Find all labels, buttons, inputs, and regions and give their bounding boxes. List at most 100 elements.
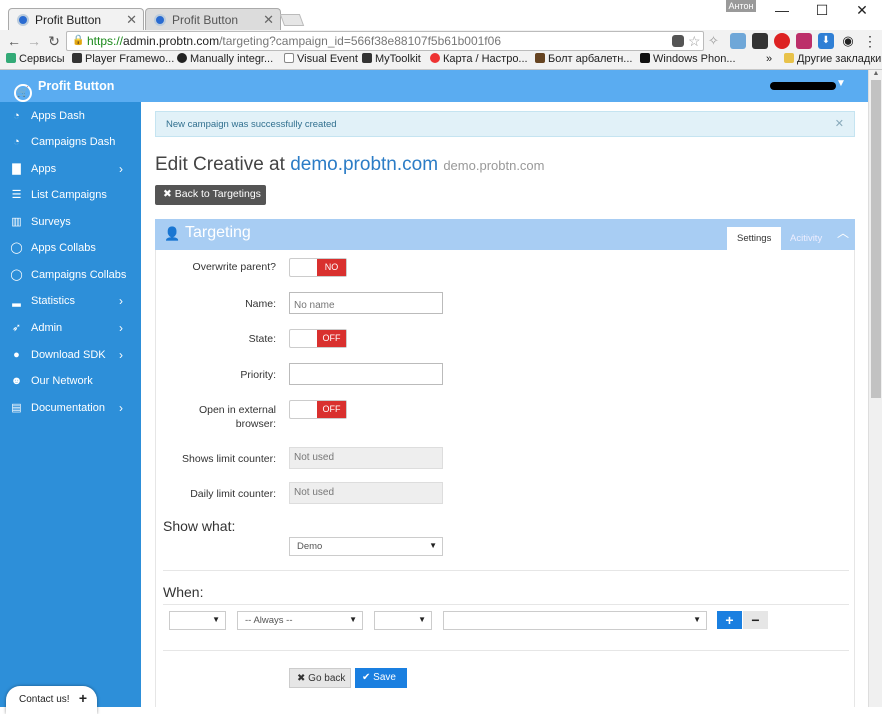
sidebar-item-campaigns-dash[interactable]: ◔ Campaigns Dash bbox=[0, 129, 141, 155]
camera-icon[interactable] bbox=[730, 33, 746, 49]
remove-condition-button[interactable]: − bbox=[743, 611, 768, 629]
sidebar-item-campaigns-collabs[interactable]: ◯ Campaigns Collabs bbox=[0, 262, 141, 288]
chevron-up-icon[interactable]: ︿ bbox=[837, 224, 849, 241]
reload-icon[interactable]: ↻ bbox=[46, 32, 62, 50]
translate-icon[interactable] bbox=[672, 35, 684, 47]
bookmarks-more-icon[interactable]: » bbox=[766, 53, 772, 65]
sidebar-item-download-sdk[interactable]: ● Download SDK › bbox=[0, 342, 141, 368]
bookmark-item[interactable]: Windows Phon... bbox=[640, 53, 736, 65]
shows-limit-input: Not used bbox=[289, 447, 443, 469]
lock-icon: 🔒 bbox=[72, 35, 85, 46]
back-arrow-icon[interactable]: ← bbox=[6, 32, 22, 50]
go-back-label: Go back bbox=[308, 673, 346, 684]
overwrite-parent-label: Overwrite parent? bbox=[192, 261, 276, 273]
bookmark-item[interactable]: MyToolkit bbox=[362, 53, 421, 65]
browser-tab-active[interactable]: Profit Button ✕ bbox=[8, 8, 144, 30]
bookmarks-bar: Сервисы Player Framewo... Manually integ… bbox=[0, 52, 882, 70]
download-icon[interactable]: ⬇ bbox=[818, 33, 834, 49]
state-toggle[interactable]: OFF bbox=[289, 329, 347, 348]
bookmark-item[interactable]: Карта / Настро... bbox=[430, 53, 528, 65]
alert-text: New campaign was successfully created bbox=[166, 119, 337, 130]
sidebar-item-admin[interactable]: ➶ Admin › bbox=[0, 315, 141, 341]
bookmark-favicon-icon bbox=[535, 53, 545, 63]
bookmark-item[interactable]: Visual Event bbox=[284, 53, 358, 65]
tab-activity[interactable]: Acitivity bbox=[780, 227, 832, 250]
when-select-2[interactable]: -- Always -- ▼ bbox=[237, 611, 363, 630]
show-what-select[interactable]: Demo ▼ bbox=[289, 537, 443, 556]
chat-icon: ◯ bbox=[10, 269, 23, 281]
add-condition-button[interactable]: + bbox=[717, 611, 742, 629]
bookmark-label: MyToolkit bbox=[375, 53, 421, 65]
sidebar-item-apps-dash[interactable]: ◔ Apps Dash bbox=[0, 103, 141, 129]
opera-icon[interactable] bbox=[774, 33, 790, 49]
url-host: admin.probtn.com bbox=[123, 34, 220, 48]
targeting-panel-header: 👤 Targeting Settings Acitivity ︿ bbox=[155, 219, 855, 250]
contact-us-button[interactable]: Contact us! + bbox=[6, 686, 97, 714]
sidebar-item-label: Download SDK bbox=[31, 349, 106, 361]
bookmark-label: Сервисы bbox=[19, 53, 65, 65]
when-select-1[interactable]: ▼ bbox=[169, 611, 226, 630]
chevron-right-icon: › bbox=[119, 321, 123, 335]
sidebar-item-statistics[interactable]: ▂ Statistics › bbox=[0, 288, 141, 314]
close-tab-icon[interactable]: ✕ bbox=[263, 12, 274, 28]
puzzle-icon[interactable]: ✧ bbox=[708, 33, 724, 49]
brand-logo[interactable]: 🛒 Profit Button bbox=[14, 76, 114, 102]
close-tab-icon[interactable]: ✕ bbox=[126, 12, 137, 28]
minimize-icon[interactable]: — bbox=[768, 2, 796, 18]
sidebar-item-apps-collabs[interactable]: ◯ Apps Collabs bbox=[0, 235, 141, 261]
pocket-icon[interactable] bbox=[796, 33, 812, 49]
page-scrollbar[interactable]: ▲ bbox=[868, 70, 882, 707]
mask-icon[interactable] bbox=[752, 33, 768, 49]
scroll-up-icon[interactable]: ▲ bbox=[869, 70, 882, 80]
sidebar-item-documentation[interactable]: ▤ Documentation › bbox=[0, 395, 141, 421]
redacted-username[interactable] bbox=[770, 82, 836, 90]
sidebar-item-apps[interactable]: ▇ Apps › bbox=[0, 156, 141, 182]
apps-grid-icon bbox=[6, 53, 16, 63]
back-to-targetings-button[interactable]: ✖ Back to Targetings bbox=[155, 185, 266, 205]
bookmark-item[interactable]: Болт арбалетн... bbox=[535, 53, 632, 65]
when-select-3[interactable]: ▼ bbox=[374, 611, 432, 630]
address-bar[interactable]: 🔒 https://admin.probtn.com/targeting?cam… bbox=[66, 31, 704, 51]
favicon-icon bbox=[154, 14, 166, 26]
close-window-icon[interactable]: ✕ bbox=[848, 2, 876, 18]
priority-input[interactable] bbox=[289, 363, 443, 385]
window-user-badge[interactable]: Антон bbox=[726, 0, 756, 12]
sidebar-item-surveys[interactable]: ▥ Surveys bbox=[0, 209, 141, 235]
daily-limit-label: Daily limit counter: bbox=[190, 488, 276, 500]
maximize-icon[interactable]: ☐ bbox=[808, 2, 836, 18]
scrollbar-thumb[interactable] bbox=[871, 80, 881, 398]
toggle-state: OFF bbox=[317, 401, 346, 418]
sidebar-item-label: Statistics bbox=[31, 295, 76, 307]
title-subdomain: demo.probtn.com bbox=[443, 158, 545, 173]
sidebar-item-label: Documentation bbox=[31, 402, 105, 414]
sidebar-item-our-network[interactable]: ☻ Our Network bbox=[0, 368, 141, 394]
forward-arrow-icon[interactable]: → bbox=[26, 32, 42, 50]
eye-icon[interactable]: ◉ bbox=[840, 33, 856, 49]
bookmark-item[interactable]: Сервисы bbox=[6, 53, 65, 65]
caret-down-icon[interactable]: ▼ bbox=[836, 78, 846, 89]
caret-down-icon: ▼ bbox=[429, 541, 437, 550]
close-icon[interactable]: ✕ bbox=[835, 117, 844, 130]
tab-settings[interactable]: Settings bbox=[727, 227, 782, 250]
bookmark-item[interactable]: Manually integr... bbox=[177, 53, 273, 65]
when-heading: When: bbox=[163, 584, 204, 600]
chevron-right-icon: › bbox=[119, 162, 123, 176]
star-icon[interactable]: ☆ bbox=[688, 33, 704, 49]
go-back-button[interactable]: ✖ Go back bbox=[289, 668, 351, 688]
other-bookmarks[interactable]: Другие закладки bbox=[784, 53, 881, 65]
name-input[interactable] bbox=[289, 292, 443, 314]
external-browser-label: Open in external browser: bbox=[156, 403, 276, 431]
save-button[interactable]: ✔ Save bbox=[355, 668, 407, 688]
priority-label: Priority: bbox=[240, 369, 276, 381]
external-browser-toggle[interactable]: OFF bbox=[289, 400, 347, 419]
title-domain-link[interactable]: demo.probtn.com bbox=[290, 154, 438, 175]
bookmark-item[interactable]: Player Framewo... bbox=[72, 53, 174, 65]
overwrite-parent-toggle[interactable]: NO bbox=[289, 258, 347, 277]
browser-tab-inactive[interactable]: Profit Button ✕ bbox=[145, 8, 281, 30]
new-tab-button[interactable] bbox=[279, 14, 305, 26]
briefcase-icon: ▇ bbox=[12, 163, 21, 175]
chevron-right-icon: › bbox=[119, 294, 123, 308]
menu-icon[interactable]: ⋮ bbox=[862, 33, 878, 49]
when-select-4[interactable]: ▼ bbox=[443, 611, 707, 630]
sidebar-item-list-campaigns[interactable]: ☰ List Campaigns bbox=[0, 182, 141, 208]
